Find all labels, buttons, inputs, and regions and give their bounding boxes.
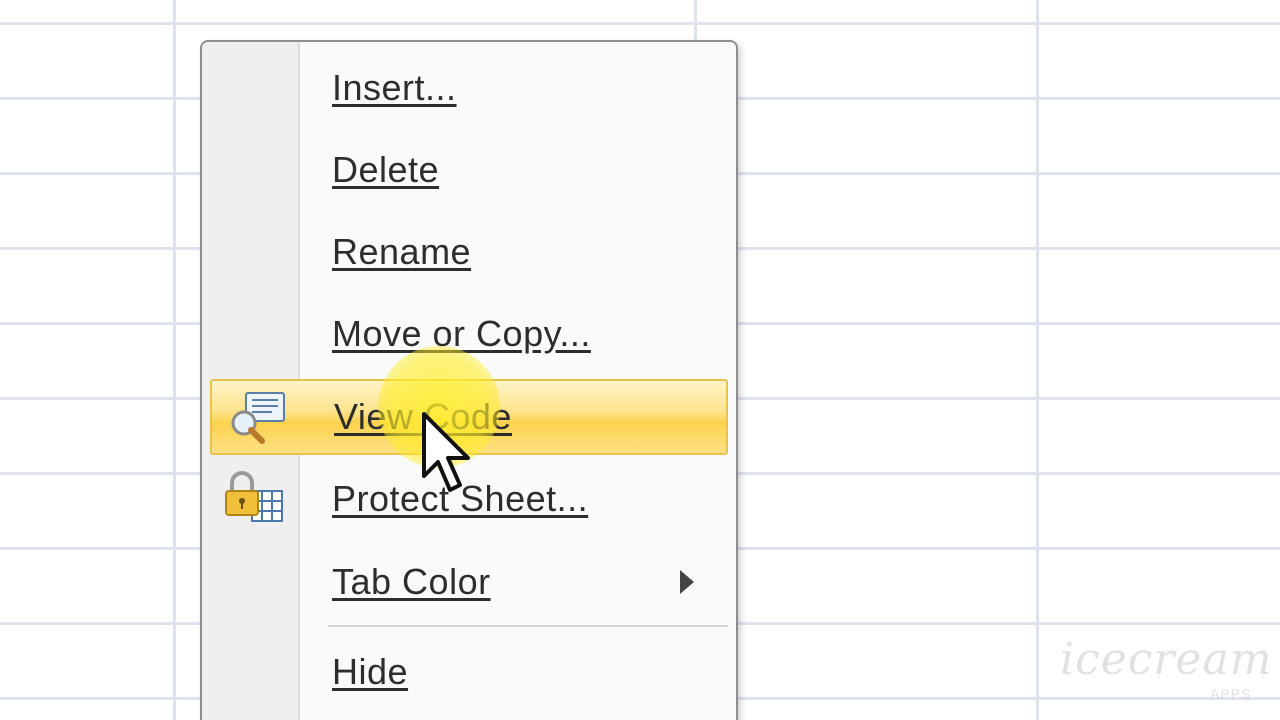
menu-item-label: Insert... bbox=[332, 67, 457, 108]
grid-line bbox=[1036, 0, 1039, 720]
menu-item-delete[interactable]: Delete bbox=[210, 132, 728, 208]
menu-item-label: Move or Copy... bbox=[332, 313, 591, 354]
watermark-logo: icecream APPS bbox=[1000, 628, 1280, 708]
protect-sheet-icon bbox=[225, 471, 283, 522]
spreadsheet-background: Insert... Delete Rename Move or Copy... … bbox=[0, 0, 1280, 720]
menu-item-label: Delete bbox=[332, 149, 440, 190]
chevron-right-icon bbox=[680, 570, 694, 594]
menu-item-protect-sheet[interactable]: Protect Sheet... bbox=[210, 461, 728, 537]
menu-item-label: View Code bbox=[334, 396, 512, 437]
watermark-text: icecream bbox=[1060, 634, 1273, 685]
view-code-icon bbox=[231, 392, 285, 444]
grid-line bbox=[0, 22, 1280, 25]
menu-item-tab-color[interactable]: Tab Color bbox=[210, 544, 728, 620]
menu-item-label: Hide bbox=[332, 651, 409, 692]
menu-item-view-code[interactable]: View Code bbox=[210, 379, 728, 455]
grid-line bbox=[173, 0, 176, 720]
menu-item-hide[interactable]: Hide bbox=[210, 634, 728, 710]
sheet-tab-context-menu: Insert... Delete Rename Move or Copy... … bbox=[200, 40, 738, 720]
menu-item-insert[interactable]: Insert... bbox=[210, 50, 728, 126]
menu-item-rename[interactable]: Rename bbox=[210, 214, 728, 290]
menu-item-label: Protect Sheet... bbox=[332, 478, 589, 519]
menu-item-label: Tab Color bbox=[332, 561, 491, 602]
menu-item-label: Rename bbox=[332, 231, 472, 272]
menu-separator bbox=[328, 625, 728, 627]
menu-item-move-or-copy[interactable]: Move or Copy... bbox=[210, 296, 728, 372]
